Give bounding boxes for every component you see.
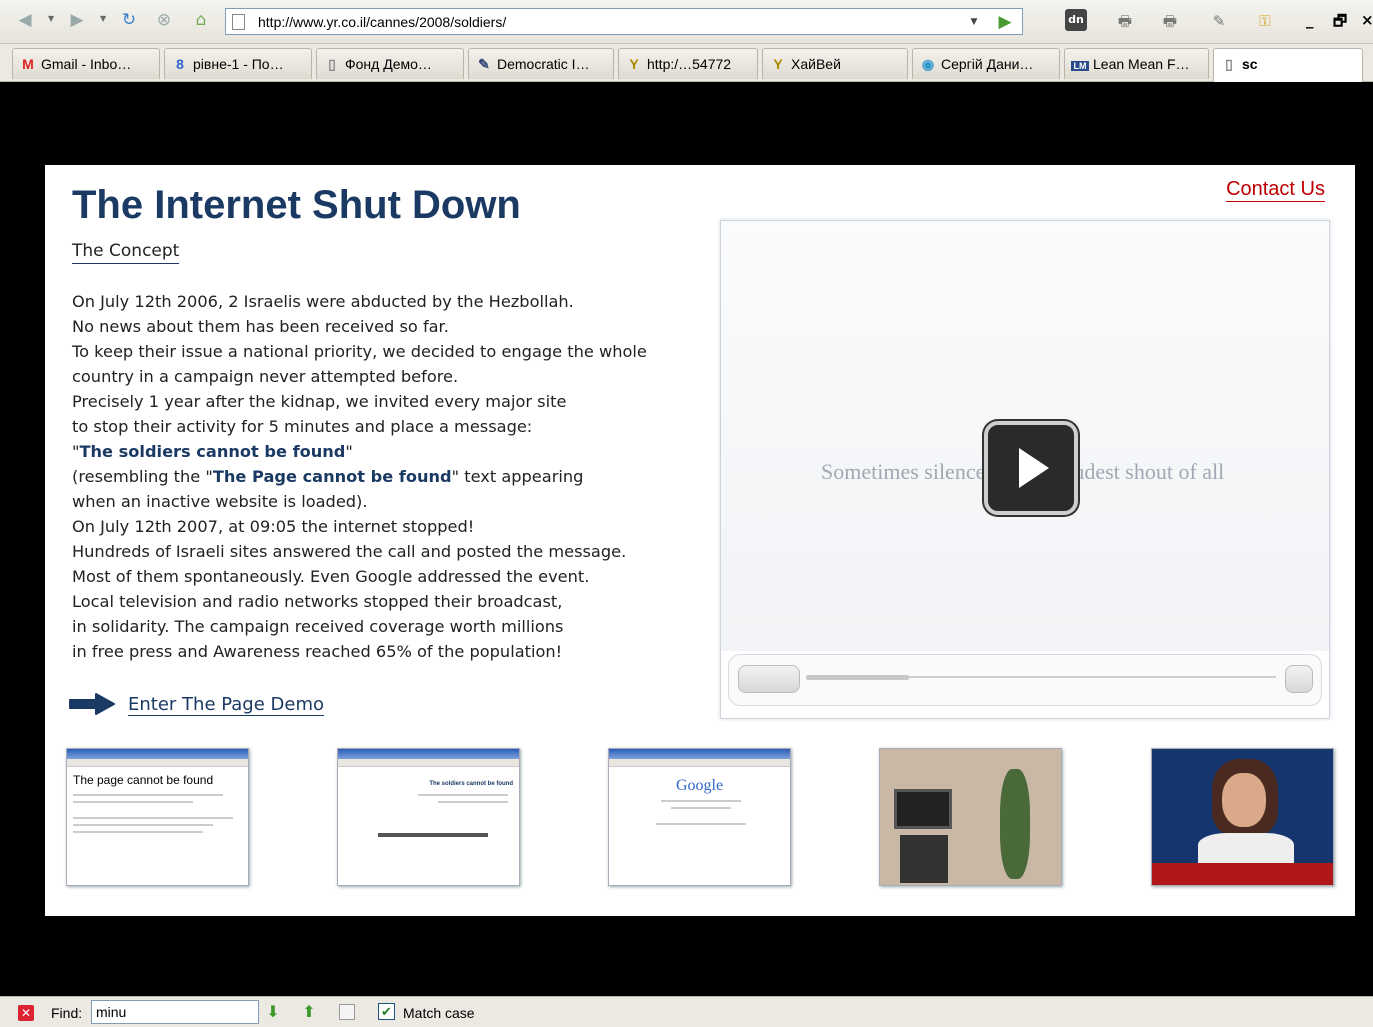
edit-icon[interactable]: ✎	[1207, 9, 1231, 33]
body-line: No news about them has been received so …	[72, 317, 449, 336]
body-line: country in a campaign never attempted be…	[72, 367, 459, 386]
contact-us-link[interactable]: Contact Us	[1226, 178, 1325, 202]
message-bold: The soldiers cannot be found	[79, 442, 346, 461]
google-8-icon: 8	[176, 56, 184, 72]
page-icon	[232, 14, 245, 30]
thumb-tv-room[interactable]	[879, 748, 1062, 886]
restore-button[interactable]: 🗗	[1333, 11, 1347, 36]
find-input[interactable]	[91, 1000, 259, 1024]
refresh-icon[interactable]: ↻	[118, 9, 140, 31]
page-icon: ▯	[328, 56, 336, 72]
stop-icon[interactable]: ⊗	[153, 9, 175, 31]
page-title: The Internet Shut Down	[72, 183, 521, 227]
body-line: On July 12th 2007, at 09:05 the internet…	[72, 517, 475, 536]
page-icon: ▯	[1225, 56, 1233, 72]
tab-rivne[interactable]: 8 рівне-1 - По…	[164, 48, 312, 79]
minimize-button[interactable]: _	[1306, 11, 1314, 29]
thumb-page-cannot-be-found[interactable]: The page cannot be found	[66, 748, 249, 886]
yahoo-icon: Y	[629, 56, 639, 72]
find-bar: ✕ Find: ⬇ ⬆ ✔ Match case	[0, 996, 1373, 1027]
tab-bar: M Gmail - Inbo… 8 рівне-1 - По… ▯ Фонд Демо…	[0, 44, 1373, 116]
address-bar[interactable]: http://www.yr.co.il/cannes/2008/soldiers…	[225, 8, 1023, 35]
tab-gmail[interactable]: M Gmail - Inbo…	[12, 48, 160, 79]
redaction-block	[1260, 94, 1344, 116]
video-controls	[728, 654, 1322, 706]
disc-icon: ◉	[921, 56, 935, 72]
go-icon[interactable]: ▶	[992, 11, 1018, 33]
resembling-bold: The Page cannot be found	[212, 467, 452, 486]
video-player[interactable]: Sometimes silence udest shout of all	[720, 220, 1330, 719]
tab-serhii[interactable]: ◉ Сергій Дани…	[912, 48, 1060, 79]
highlight-all-icon[interactable]	[339, 1004, 355, 1020]
concept-text: On July 12th 2006, 2 Israelis were abduc…	[72, 289, 647, 664]
thumb-google[interactable]: Google	[608, 748, 791, 886]
back-dropdown-icon[interactable]: ▼	[48, 14, 54, 23]
find-previous-icon[interactable]: ⬆	[299, 1003, 319, 1023]
yahoo-icon: Y	[773, 56, 783, 72]
key-icon[interactable]: ⚿	[1253, 9, 1277, 33]
body-line: Precisely 1 year after the kidnap, we in…	[72, 392, 567, 411]
body-line: in free press and Awareness reached 65% …	[72, 642, 563, 661]
body-line: On July 12th 2006, 2 Israelis were abduc…	[72, 292, 574, 311]
tab-http[interactable]: Yhttp:/…54772	[618, 48, 758, 79]
body-line: when an inactive website is loaded).	[72, 492, 368, 511]
content-panel: The Internet Shut Down The Concept Conta…	[45, 165, 1355, 916]
find-label: Find:	[51, 1005, 83, 1021]
home-icon[interactable]: ⌂	[190, 9, 212, 31]
seek-progress	[806, 675, 909, 680]
close-button[interactable]: ×	[1361, 11, 1373, 29]
thumb-news-anchor[interactable]	[1151, 748, 1334, 886]
message-line: "The soldiers cannot be found"	[72, 442, 353, 461]
resembling-line: (resembling the "The Page cannot be foun…	[72, 467, 584, 486]
body-line: to stop their activity for 5 minutes and…	[72, 417, 533, 436]
enter-demo-link[interactable]: Enter The Page Demo	[128, 694, 325, 716]
gmail-icon: M	[22, 56, 34, 72]
arrow-right-icon[interactable]	[68, 692, 116, 716]
body-line: in solidarity. The campaign received cov…	[72, 617, 564, 636]
forward-dropdown-icon[interactable]: ▼	[100, 14, 106, 23]
match-case-checkbox[interactable]: ✔	[378, 1003, 395, 1020]
tab-fond[interactable]: ▯ Фонд Демо…	[316, 48, 464, 79]
play-icon[interactable]	[984, 421, 1078, 515]
body-line: Hundreds of Israeli sites answered the c…	[72, 542, 627, 561]
print-settings-icon[interactable]: 🖶	[1158, 9, 1182, 33]
control-play-button[interactable]	[738, 665, 800, 693]
tag-icon: ✎	[478, 56, 490, 72]
tab-soldiers-active[interactable]: ▯ sc	[1213, 48, 1363, 82]
url-dropdown-icon[interactable]: ▼	[964, 12, 984, 32]
match-case-label[interactable]: Match case	[403, 1005, 475, 1021]
forward-icon[interactable]: ▶	[66, 9, 88, 31]
body-line: Most of them spontaneously. Even Google …	[72, 567, 590, 586]
body-line: Local television and radio networks stop…	[72, 592, 563, 611]
tab-lean-mean[interactable]: LM Lean Mean F…	[1064, 48, 1209, 79]
tab-highway[interactable]: Y ХайВей	[762, 48, 908, 79]
close-find-icon[interactable]: ✕	[18, 1005, 34, 1021]
video-frame[interactable]: Sometimes silence udest shout of all	[721, 221, 1329, 651]
volume-button[interactable]	[1285, 665, 1313, 693]
tab-democratic[interactable]: ✎ Democratic I…	[468, 48, 614, 79]
lean-mean-icon: LM	[1071, 61, 1089, 71]
concept-link[interactable]: The Concept	[72, 241, 180, 264]
dn-icon[interactable]: dn	[1065, 9, 1089, 33]
url-text[interactable]: http://www.yr.co.il/cannes/2008/soldiers…	[258, 14, 506, 30]
browser-toolbar: ◀ ▼ ▶ ▼ ↻ ⊗ ⌂ http://www.yr.co.il/cannes…	[0, 0, 1373, 44]
thumb-soldiers-msn[interactable]: The soldiers cannot be found	[337, 748, 520, 886]
find-next-icon[interactable]: ⬇	[263, 1003, 283, 1023]
back-icon[interactable]: ◀	[14, 9, 36, 31]
body-line: To keep their issue a national priority,…	[72, 342, 647, 361]
print-icon[interactable]: 🖶	[1113, 9, 1137, 33]
